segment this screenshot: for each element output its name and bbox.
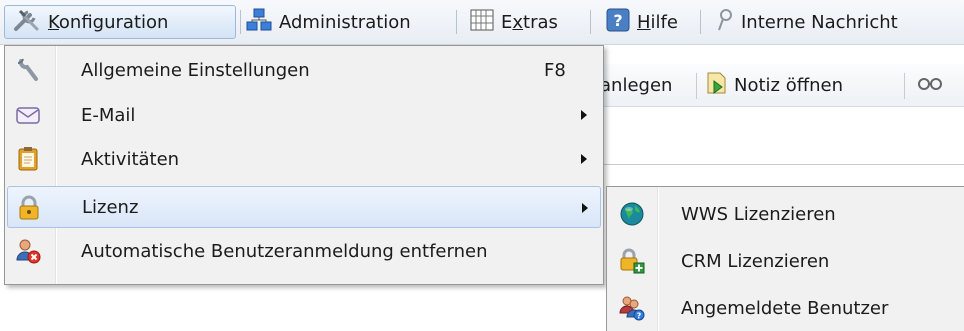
wrench-icon: [15, 57, 41, 83]
user-remove-icon: [15, 238, 41, 264]
submenu-arrow-icon: [581, 110, 587, 120]
content-divider: [600, 164, 964, 165]
menu-interne-nachricht-label: Interne Nachricht: [741, 11, 898, 33]
submenu-item-wws-lizenzieren[interactable]: WWS Lizenzieren: [609, 192, 964, 236]
menu-interne-nachricht[interactable]: Interne Nachricht: [716, 5, 898, 39]
menubar: Konfiguration Administration Extras ? Hi…: [0, 0, 964, 45]
tools-icon: [13, 8, 41, 37]
menu-item-label: Allgemeine Einstellungen: [81, 59, 310, 81]
toolbar-separator: [696, 73, 697, 99]
users-icon: ?: [619, 295, 645, 321]
menu-item-email[interactable]: E-Mail: [7, 94, 601, 136]
submenu-item-label: Angemeldete Benutzer: [681, 297, 889, 319]
svg-text:?: ?: [613, 11, 622, 30]
clipboard-icon: [15, 146, 41, 172]
lock-add-icon: [619, 248, 645, 274]
menubar-separator: [590, 10, 591, 34]
menu-konfiguration-label: Konfiguration: [48, 11, 169, 33]
menu-konfiguration[interactable]: Konfiguration: [4, 5, 236, 39]
toolbar-notiz-oeffnen-button[interactable]: Notiz öffnen: [706, 71, 843, 99]
menu-item-label: E-Mail: [81, 104, 136, 126]
toolbar-view-button[interactable]: [916, 71, 946, 99]
toolbar-notiz-oeffnen-label: Notiz öffnen: [734, 74, 844, 96]
menu-hilfe[interactable]: ? Hilfe: [606, 5, 678, 39]
shortcut-label: F8: [544, 59, 566, 81]
submenu-arrow-icon: [582, 203, 588, 213]
network-icon: [246, 8, 272, 37]
menu-item-label: Lizenz: [82, 196, 139, 218]
submenu-item-crm-lizenzieren[interactable]: CRM Lizenzieren: [609, 239, 964, 283]
menubar-separator: [700, 10, 701, 34]
menu-extras-label: Extras: [501, 11, 558, 33]
menu-item-aktivitaeten[interactable]: Aktivitäten: [7, 138, 601, 180]
grid-icon: [470, 9, 494, 36]
submenu-arrow-icon: [581, 154, 587, 164]
menu-item-label: Aktivitäten: [81, 148, 180, 170]
submenu-item-label: WWS Lizenzieren: [681, 203, 836, 225]
svg-text:?: ?: [637, 312, 642, 321]
toolbar-separator: [904, 73, 905, 99]
menubar-separator: [240, 10, 241, 34]
help-icon: ?: [606, 8, 630, 37]
konfiguration-dropdown: Allgemeine Einstellungen F8 E-Mail Aktiv…: [4, 45, 604, 285]
glasses-icon: [916, 73, 946, 98]
lock-icon: [16, 195, 42, 221]
menu-administration[interactable]: Administration: [246, 5, 411, 39]
menu-extras[interactable]: Extras: [470, 5, 558, 39]
menu-hilfe-label: Hilfe: [637, 11, 678, 33]
menu-item-allgemeine-einstellungen[interactable]: Allgemeine Einstellungen F8: [7, 49, 601, 91]
submenu-item-label: CRM Lizenzieren: [681, 250, 830, 272]
submenu-item-angemeldete-benutzer[interactable]: ? Angemeldete Benutzer: [609, 286, 964, 330]
menu-item-label: Automatische Benutzeranmeldung entfernen: [81, 240, 488, 262]
note-open-icon: [706, 71, 728, 100]
pin-icon: [716, 8, 734, 37]
menu-item-automatische-benutzeranmeldung-entfernen[interactable]: Automatische Benutzeranmeldung entfernen: [7, 230, 601, 272]
envelope-icon: [15, 102, 41, 128]
menu-administration-label: Administration: [279, 11, 411, 33]
globe-icon: [619, 201, 645, 227]
lizenz-submenu: WWS Lizenzieren CRM Lizenzieren ? Angeme…: [606, 186, 964, 331]
toolbar: anlegen Notiz öffnen: [600, 64, 964, 107]
menu-item-lizenz[interactable]: Lizenz: [7, 186, 601, 228]
menubar-separator: [456, 10, 457, 34]
toolbar-anlegen-label: anlegen: [600, 74, 673, 96]
toolbar-anlegen-button[interactable]: anlegen: [600, 71, 672, 99]
